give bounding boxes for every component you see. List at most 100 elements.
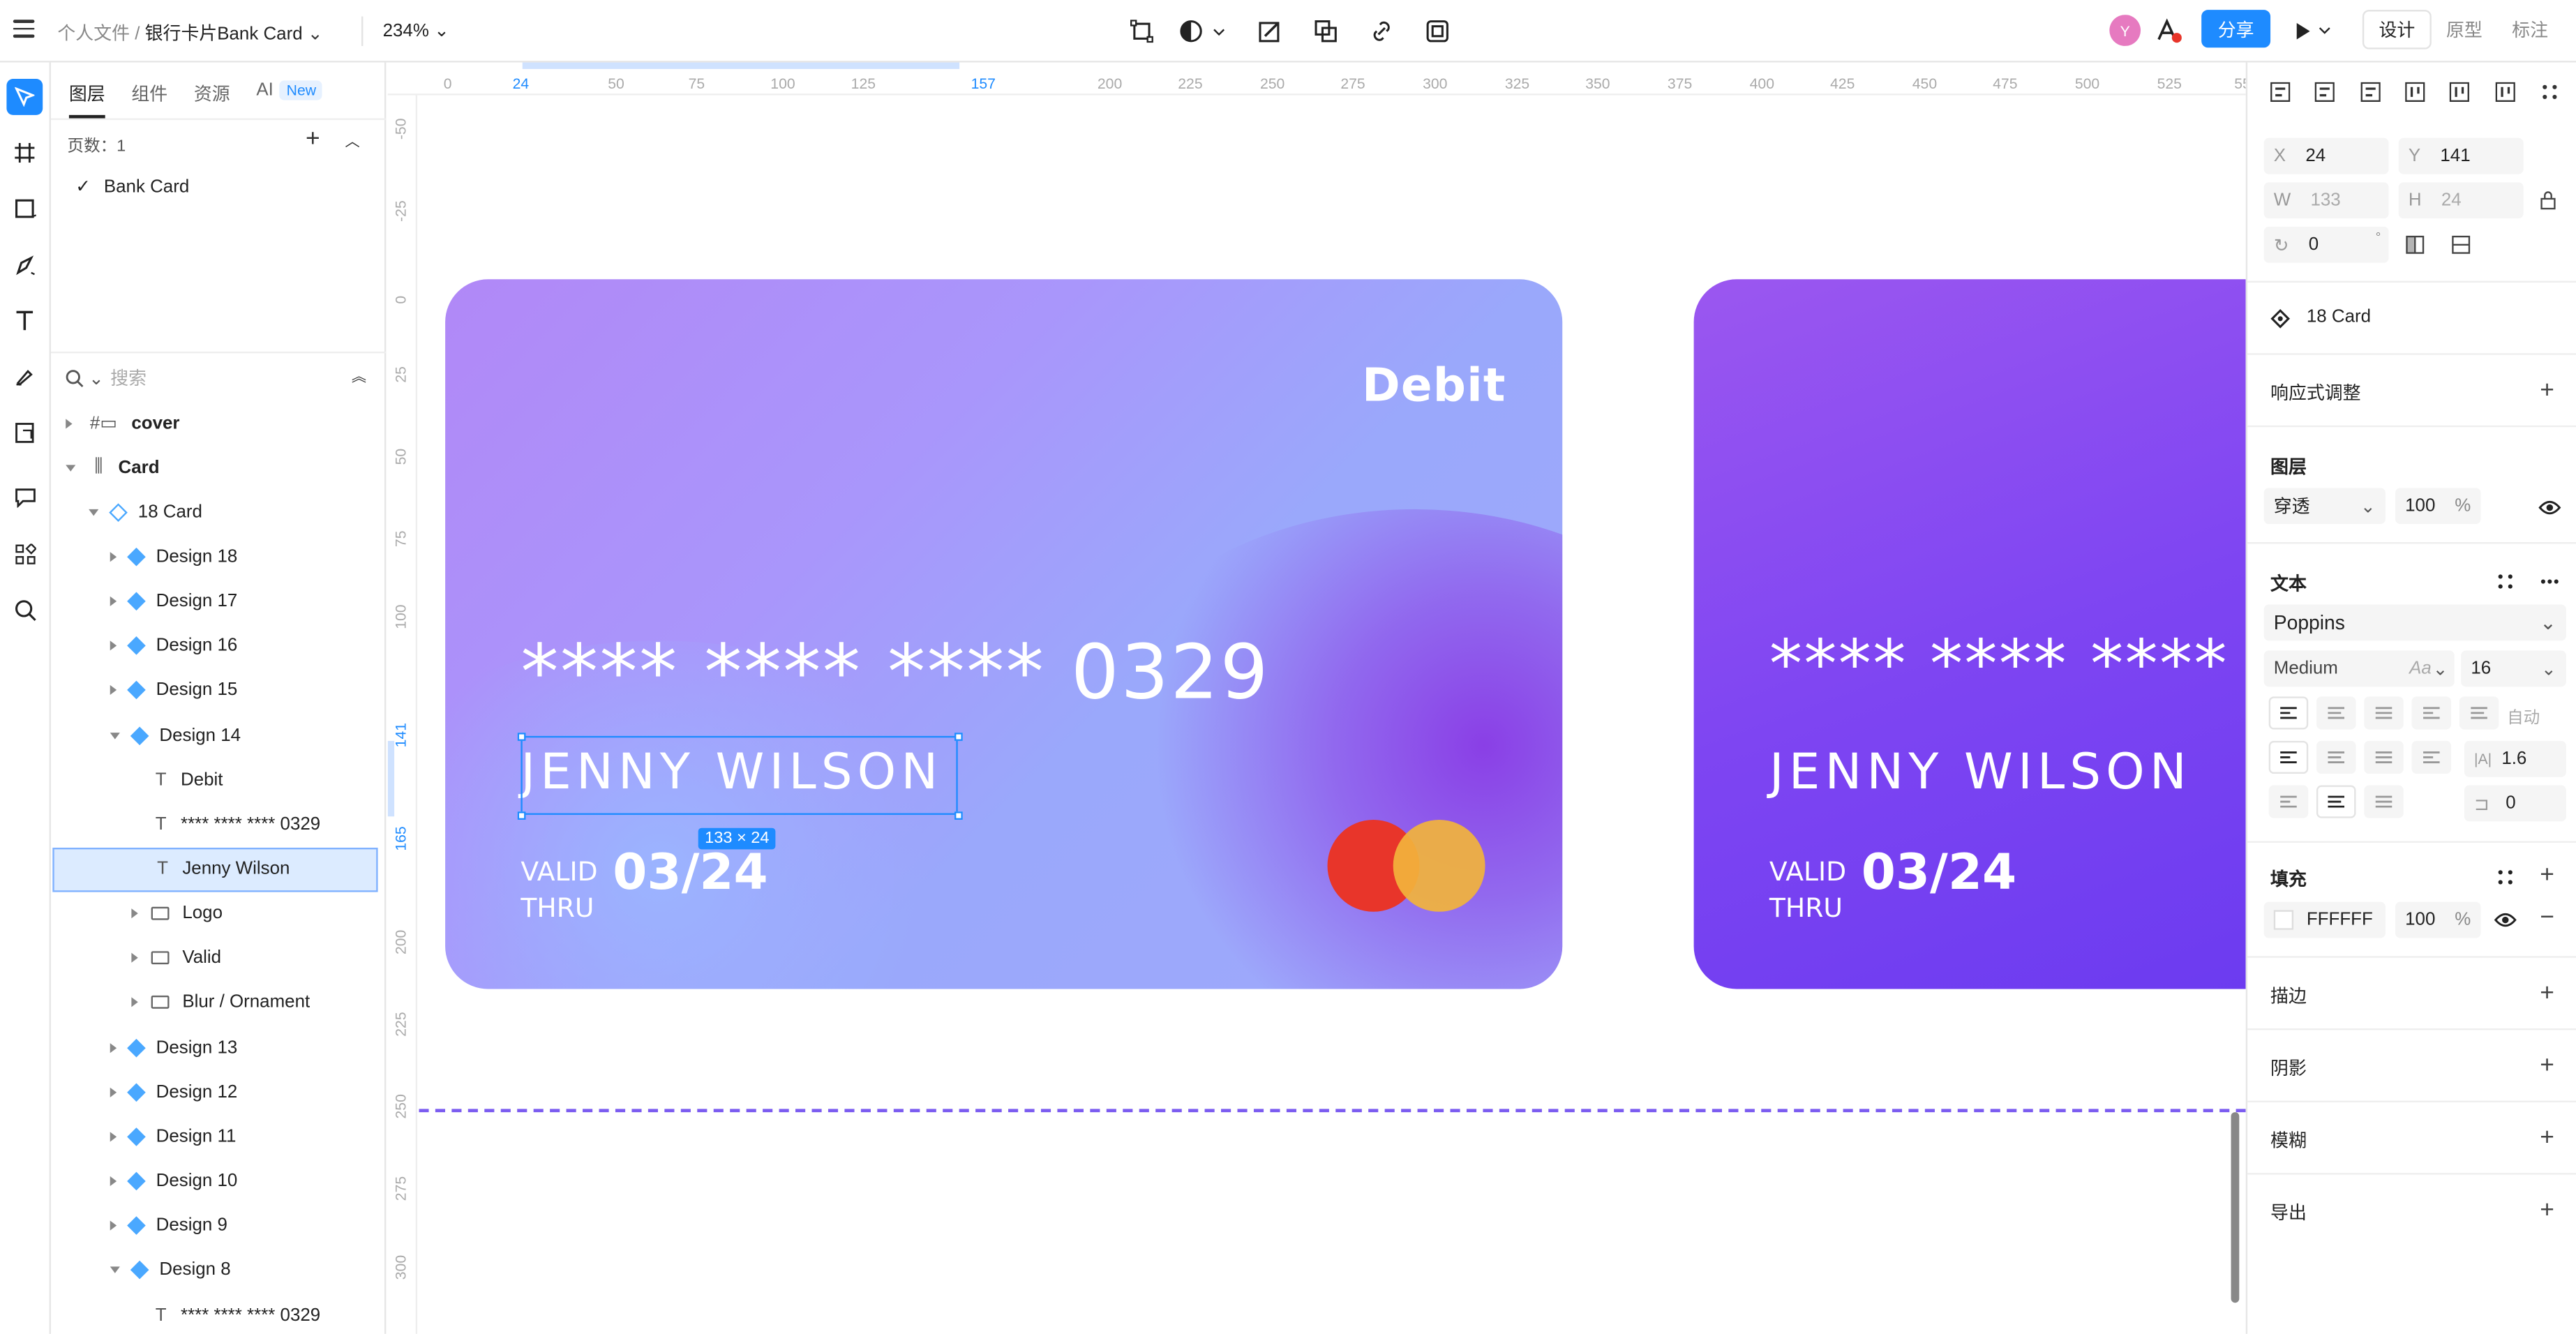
- layer-row[interactable]: Design 13: [51, 1025, 386, 1070]
- align-bottom-text-icon[interactable]: [2364, 785, 2404, 818]
- fill-color-field[interactable]: FFFFFF: [2263, 901, 2386, 938]
- search-input[interactable]: 搜索: [110, 365, 147, 391]
- vertical-scrollbar[interactable]: [2231, 1112, 2240, 1303]
- layer-row[interactable]: Design 16: [51, 624, 386, 668]
- layer-row[interactable]: T **** **** **** 0329: [51, 1293, 386, 1334]
- collapse-icon[interactable]: ︿: [345, 130, 359, 151]
- flip-horizontal-icon[interactable]: [2402, 232, 2428, 258]
- flip-vertical-icon[interactable]: [2448, 232, 2474, 258]
- layer-row[interactable]: Design 10: [51, 1159, 386, 1204]
- layer-row[interactable]: Design 9: [51, 1204, 386, 1248]
- component-frame-icon[interactable]: [1423, 17, 1452, 46]
- page-item-bank-card[interactable]: ✓ Bank Card: [75, 176, 189, 197]
- font-alert-icon[interactable]: [2154, 17, 2183, 46]
- tab-assets[interactable]: 资源: [194, 80, 230, 118]
- move-tool-icon[interactable]: [6, 79, 43, 115]
- fixed-width-icon[interactable]: [2364, 696, 2404, 730]
- menu-icon[interactable]: [13, 20, 35, 37]
- collapsed-arrow-icon[interactable]: [110, 1176, 117, 1187]
- plugins-icon[interactable]: [6, 536, 43, 572]
- y-field[interactable]: Y 141: [2398, 137, 2524, 174]
- layer-row[interactable]: Logo: [51, 892, 386, 936]
- collapsed-arrow-icon[interactable]: [110, 640, 117, 652]
- expanded-arrow-icon[interactable]: [89, 509, 99, 516]
- collapsed-arrow-icon[interactable]: [131, 953, 138, 964]
- layer-row[interactable]: Design 15: [51, 668, 386, 713]
- boolean-tool-icon[interactable]: [1178, 17, 1227, 46]
- layer-row[interactable]: Design 14: [51, 713, 386, 758]
- layer-row[interactable]: T Debit: [51, 758, 386, 802]
- align-top-text-icon[interactable]: [2268, 785, 2309, 818]
- add-stroke-icon[interactable]: +: [2540, 981, 2554, 1005]
- layer-row[interactable]: ⫼ Card: [51, 445, 386, 490]
- edit-icon[interactable]: [1255, 17, 1285, 46]
- eye-icon[interactable]: [2537, 495, 2563, 521]
- add-page-icon[interactable]: +: [306, 126, 320, 151]
- align-top-icon[interactable]: [2402, 79, 2428, 105]
- auto-width-icon[interactable]: [2459, 696, 2499, 730]
- layer-row[interactable]: Valid: [51, 936, 386, 981]
- collapsed-arrow-icon[interactable]: [131, 908, 138, 919]
- expanded-arrow-icon[interactable]: [110, 1267, 120, 1274]
- rectangle-icon[interactable]: [6, 190, 43, 227]
- collapsed-arrow-icon[interactable]: [110, 1220, 117, 1231]
- height-field[interactable]: H 24: [2398, 182, 2524, 219]
- tab-annotation[interactable]: 标注: [2497, 10, 2563, 50]
- x-field[interactable]: X 24: [2263, 137, 2389, 174]
- align-center-v-icon[interactable]: [2446, 79, 2473, 105]
- avatar[interactable]: Y: [2109, 15, 2141, 46]
- letter-spacing-field[interactable]: ⊐ 0: [2464, 785, 2566, 822]
- play-icon[interactable]: [2293, 17, 2336, 46]
- layer-row[interactable]: T Jenny Wilson: [52, 846, 378, 892]
- align-middle-text-icon[interactable]: [2316, 785, 2356, 818]
- collapsed-arrow-icon[interactable]: [66, 418, 73, 428]
- remove-fill-icon[interactable]: −: [2540, 905, 2554, 929]
- bank-card-debit[interactable]: Debit **** **** **** 0329 JENNY WILSON V…: [445, 279, 1563, 989]
- add-responsive-icon[interactable]: +: [2540, 378, 2554, 403]
- text-align-right-icon[interactable]: [2364, 740, 2404, 774]
- lock-ratio-icon[interactable]: [2535, 187, 2561, 213]
- align-left-icon[interactable]: [2267, 79, 2293, 105]
- tab-ai[interactable]: AI New: [256, 80, 323, 118]
- resize-handle[interactable]: [517, 811, 526, 820]
- breadcrumb-root[interactable]: 个人文件: [57, 24, 130, 44]
- eye-icon[interactable]: [2492, 907, 2519, 934]
- fill-opacity-field[interactable]: 100%: [2395, 901, 2481, 938]
- resize-handle[interactable]: [954, 811, 963, 820]
- expanded-arrow-icon[interactable]: [66, 464, 76, 471]
- blend-mode-select[interactable]: 穿透 ⌄: [2263, 488, 2386, 525]
- layer-row[interactable]: Design 11: [51, 1114, 386, 1159]
- file-name[interactable]: 银行卡片Bank Card: [145, 24, 303, 44]
- pencil-icon[interactable]: [6, 358, 43, 394]
- bank-card-purple[interactable]: **** **** **** JENNY WILSON VALID THRU 03…: [1693, 279, 2246, 989]
- text-align-justify-icon[interactable]: [2411, 740, 2452, 774]
- layer-opacity-field[interactable]: 100%: [2395, 488, 2481, 525]
- tab-components[interactable]: 组件: [131, 80, 167, 118]
- tab-layers[interactable]: 图层: [68, 80, 105, 119]
- add-export-icon[interactable]: +: [2540, 1198, 2554, 1222]
- align-center-h-icon[interactable]: [2312, 79, 2339, 105]
- collapsed-arrow-icon[interactable]: [110, 551, 117, 562]
- align-right-icon[interactable]: [2357, 79, 2383, 105]
- layer-row[interactable]: 18 Card: [51, 490, 386, 534]
- add-blur-icon[interactable]: +: [2540, 1125, 2554, 1150]
- share-button[interactable]: 分享: [2201, 10, 2271, 48]
- collapsed-arrow-icon[interactable]: [110, 685, 117, 696]
- slice-icon[interactable]: [6, 414, 43, 450]
- mask-icon[interactable]: [1311, 17, 1340, 46]
- comment-icon[interactable]: [6, 480, 43, 516]
- text-size-icon[interactable]: [2316, 696, 2356, 730]
- selection-box[interactable]: [521, 735, 958, 815]
- chevron-down-icon[interactable]: ⌄: [308, 24, 323, 44]
- zoom-select[interactable]: 234% ⌄: [383, 20, 449, 41]
- text-case-icon[interactable]: [2268, 696, 2309, 730]
- canvas[interactable]: Debit **** **** **** 0329 JENNY WILSON V…: [419, 96, 2246, 1334]
- resize-handle[interactable]: [954, 733, 963, 741]
- collapsed-arrow-icon[interactable]: [110, 1087, 117, 1097]
- text-align-left-icon[interactable]: [2268, 740, 2309, 774]
- component-name[interactable]: 18 Card: [2307, 307, 2371, 327]
- tab-design[interactable]: 设计: [2362, 10, 2432, 50]
- style-grid-icon[interactable]: [2492, 864, 2519, 891]
- pen-icon[interactable]: [6, 246, 43, 283]
- add-shadow-icon[interactable]: +: [2540, 1053, 2554, 1077]
